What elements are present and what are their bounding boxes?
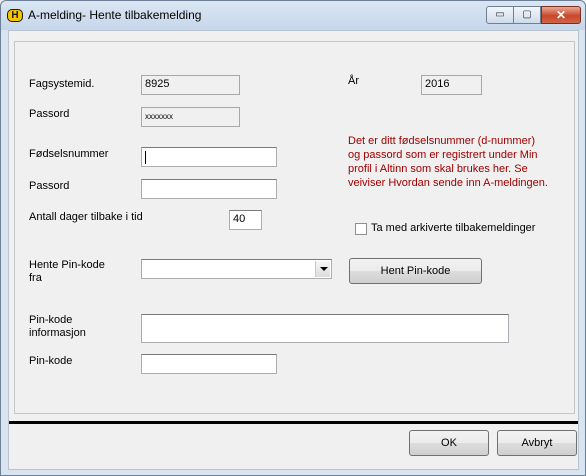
passord-label-1: Passord: [29, 108, 70, 120]
antall-dager-label: Antall dager tilbake i tid: [29, 211, 143, 223]
arkiverte-label[interactable]: Ta med arkiverte tilbakemeldinger: [371, 222, 535, 235]
antall-dager-input[interactable]: 40: [229, 210, 262, 230]
hente-pin-label-line2: fra: [29, 272, 42, 284]
footer-divider: [9, 421, 578, 424]
fodselsnummer-input[interactable]: [141, 147, 277, 167]
pin-kode-input[interactable]: [141, 354, 277, 374]
fodselsnummer-label: Fødselsnummer: [29, 148, 109, 160]
info-text: Det er ditt fødselsnummer (d-nummer) og …: [348, 135, 548, 189]
passord-input-2[interactable]: [141, 179, 277, 199]
text-caret: [145, 151, 146, 164]
form-group: Fagsystemid. 8925 År 2016 Passord xxxxxx…: [14, 41, 575, 414]
maximize-button[interactable]: ▢: [514, 6, 541, 24]
passord-label-2: Passord: [29, 180, 70, 192]
hente-pin-select[interactable]: [141, 259, 332, 279]
dialog-window: H A-melding- Hente tilbakemelding ▭ ▢ ✕ …: [0, 0, 586, 476]
title-bar[interactable]: H A-melding- Hente tilbakemelding ▭ ▢ ✕: [1, 1, 585, 30]
chevron-down-icon[interactable]: [315, 261, 330, 277]
ok-button[interactable]: OK: [409, 430, 489, 456]
pin-info-label-line1: Pin-kode: [29, 314, 73, 326]
close-button[interactable]: ✕: [541, 6, 581, 24]
pin-info-field[interactable]: [141, 314, 509, 343]
ar-field: 2016: [421, 75, 482, 95]
app-logo-icon: H: [7, 9, 23, 22]
window-title: A-melding- Hente tilbakemelding: [28, 8, 202, 22]
avbryt-button[interactable]: Avbryt: [497, 430, 577, 456]
hent-pin-kode-button[interactable]: Hent Pin-kode: [349, 258, 482, 284]
arkiverte-checkbox[interactable]: [355, 223, 367, 235]
fagsystemid-label: Fagsystemid.: [29, 78, 95, 90]
dialog-client-area: Fagsystemid. 8925 År 2016 Passord xxxxxx…: [8, 30, 579, 470]
fagsystemid-field: 8925: [141, 75, 240, 95]
ar-label: År: [348, 75, 359, 87]
passord-field-1: xxxxxxx: [141, 107, 240, 127]
pin-info-label-line2: informasjon: [29, 327, 86, 339]
hente-pin-label-line1: Hente Pin-kode: [29, 259, 105, 271]
minimize-button[interactable]: ▭: [486, 6, 514, 24]
pin-kode-label: Pin-kode: [29, 355, 73, 367]
